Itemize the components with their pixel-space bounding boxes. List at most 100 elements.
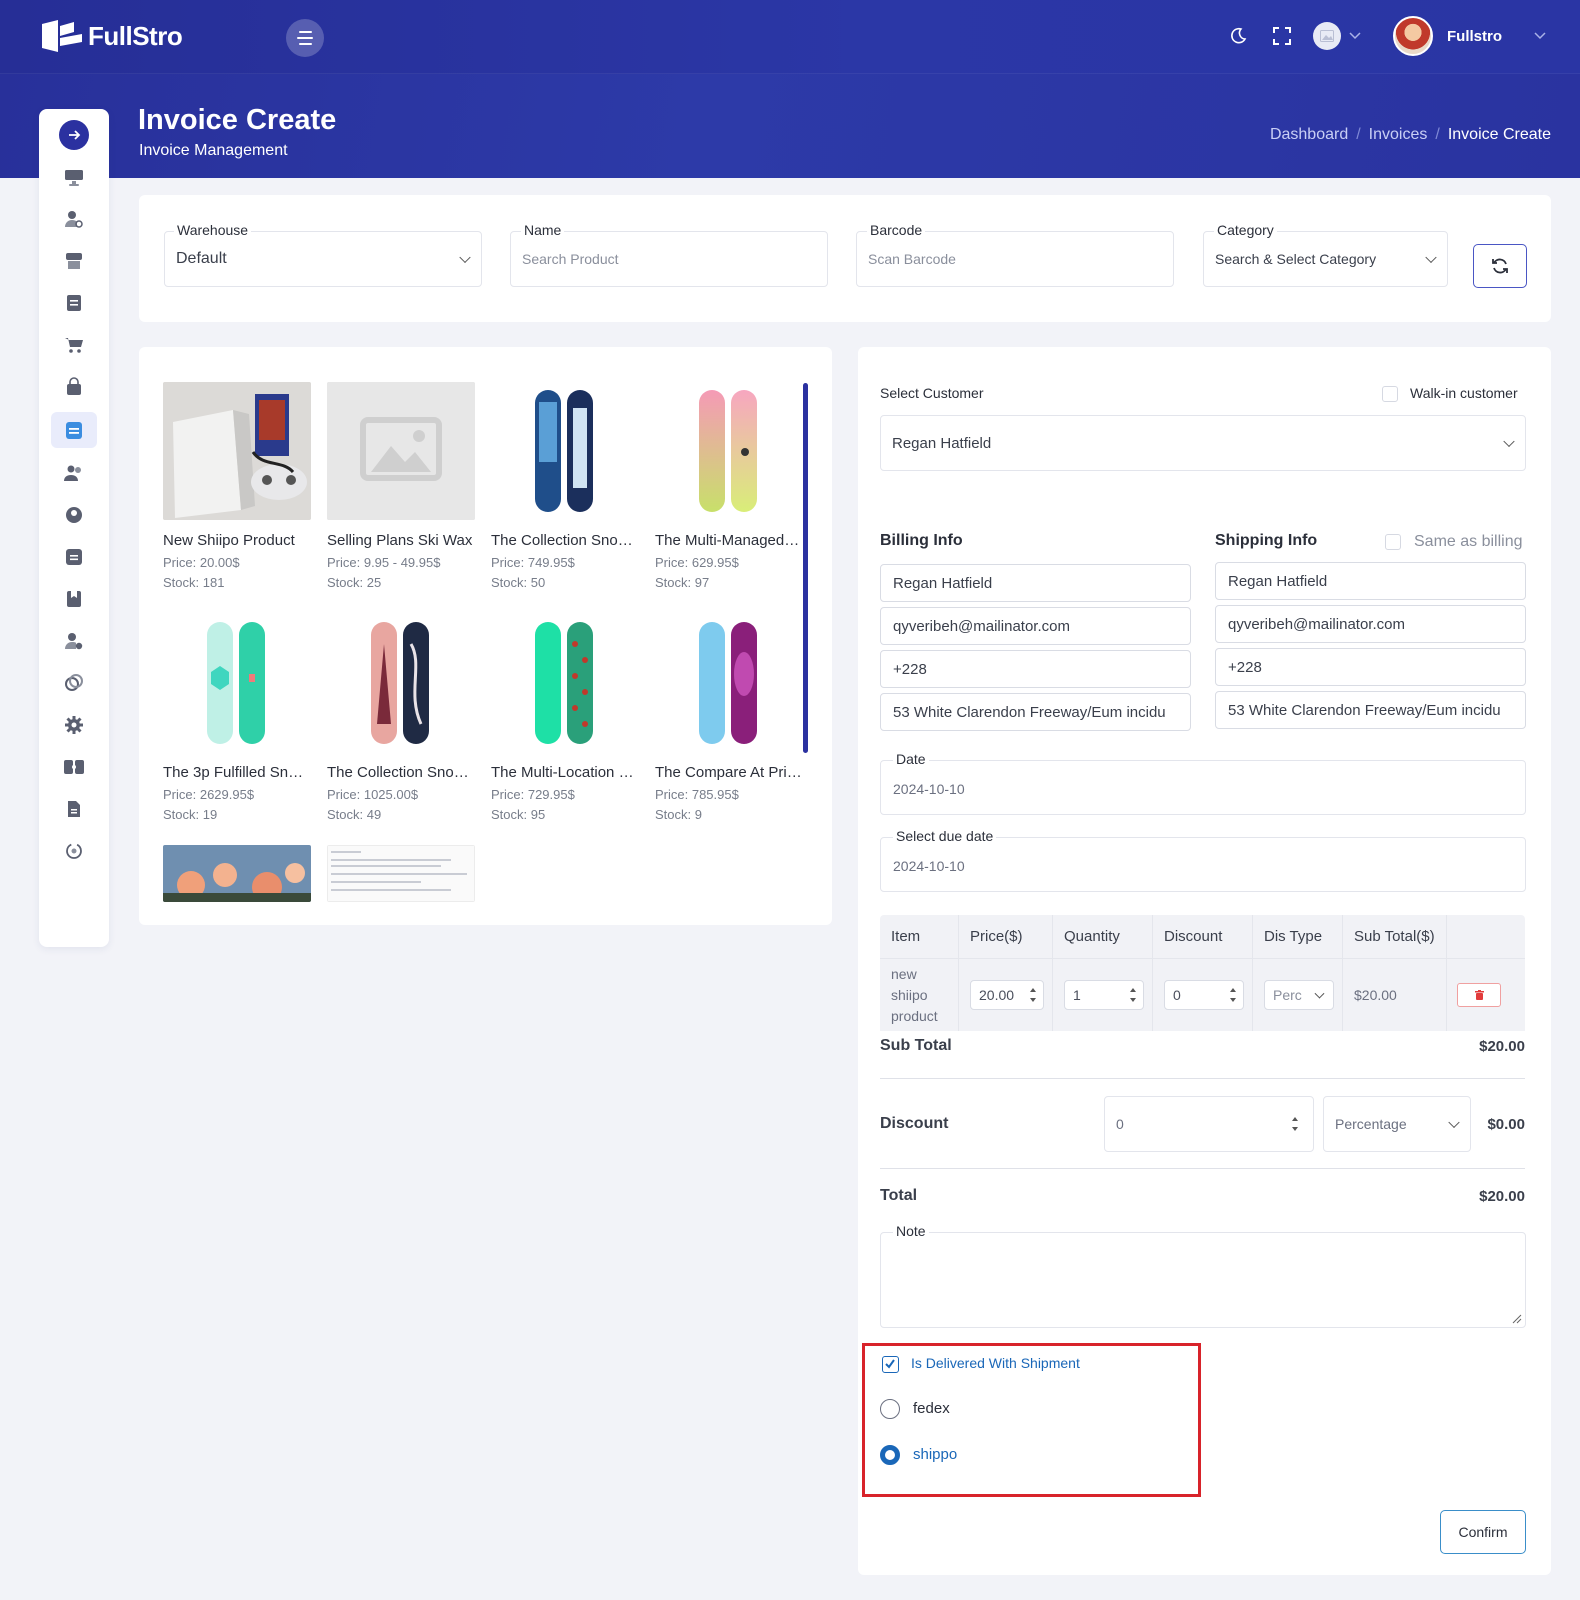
sidebar-item-pages[interactable]: [62, 797, 86, 821]
shippo-label: shippo: [913, 1446, 958, 1463]
product-card[interactable]: New Shiipo Product Price: 20.00$ Stock: …: [163, 382, 311, 590]
resize-handle-icon[interactable]: [1512, 1314, 1522, 1324]
brand-logo[interactable]: FullStro: [40, 18, 183, 54]
discount-input[interactable]: 0: [1164, 980, 1244, 1010]
breadcrumb-separator: /: [1356, 126, 1361, 143]
barcode-input[interactable]: Scan Barcode: [856, 231, 1174, 287]
product-card[interactable]: The Collection Snowboard: Oxygen Price: …: [327, 614, 475, 822]
sidebar-item-settings[interactable]: [62, 713, 86, 737]
billing-email-input[interactable]: qyveribeh@mailinator.com: [880, 607, 1191, 645]
sidebar-item-users[interactable]: [62, 207, 86, 231]
product-card[interactable]: The Multi-Location Snowboard Price: 729.…: [491, 614, 639, 822]
sidebar-item-purchases[interactable]: [62, 375, 86, 399]
product-card[interactable]: [163, 845, 311, 902]
fedex-radio[interactable]: [880, 1399, 900, 1419]
sidebar-item-roles[interactable]: [62, 629, 86, 653]
stepper-icon[interactable]: [1130, 988, 1137, 1002]
product-image: [491, 614, 639, 752]
fullscreen-toggle[interactable]: [1269, 23, 1295, 49]
quantity-input[interactable]: 1: [1064, 980, 1144, 1010]
sidebar-item-store[interactable]: [62, 249, 86, 273]
walk-in-customer-checkbox[interactable]: [1382, 386, 1398, 402]
price-input[interactable]: 20.00: [970, 980, 1044, 1010]
user-menu[interactable]: Fullstro: [1393, 16, 1546, 56]
product-card[interactable]: The Compare At Price Snowboard Price: 78…: [655, 614, 803, 822]
sidebar-item-dashboard[interactable]: [62, 165, 86, 189]
gear-icon: [65, 716, 83, 734]
product-stock: Stock: 97: [655, 575, 710, 590]
sidebar-item-suppliers[interactable]: [62, 503, 86, 527]
stepper-icon[interactable]: [1230, 988, 1237, 1002]
logo-icon: [40, 18, 84, 54]
sidebar-item-bookmarks[interactable]: [62, 587, 86, 611]
breadcrumb-dashboard[interactable]: Dashboard: [1270, 126, 1348, 144]
scrollbar[interactable]: [803, 383, 808, 753]
warehouse-value: Default: [176, 250, 227, 267]
language-selector[interactable]: [1313, 22, 1361, 50]
stepper-icon[interactable]: [1030, 988, 1037, 1002]
product-price: Price: 9.95 - 49.95$: [327, 555, 441, 570]
moon-icon: [1231, 27, 1247, 44]
product-name-search-input[interactable]: Search Product: [510, 231, 828, 287]
product-price: Price: 20.00$: [163, 555, 240, 570]
note-textarea[interactable]: Note: [880, 1223, 1526, 1328]
product-image: [163, 382, 311, 520]
sidebar-expand-button[interactable]: [59, 120, 89, 150]
billing-info-title: Billing Info: [880, 532, 963, 549]
shipping-name-input[interactable]: Regan Hatfield: [1215, 562, 1526, 600]
col-dis-type: Dis Type: [1252, 915, 1342, 958]
product-price: Price: 749.95$: [491, 555, 575, 570]
delivered-with-shipment-checkbox[interactable]: [882, 1356, 899, 1373]
category-select[interactable]: Search & Select Category: [1203, 231, 1448, 287]
customer-select[interactable]: Regan Hatfield: [880, 415, 1526, 471]
avatar: [1393, 16, 1433, 56]
category-placeholder: Search & Select Category: [1215, 251, 1377, 267]
global-discount-type-value: Percentage: [1335, 1116, 1407, 1132]
billing-phone-input[interactable]: +228: [880, 650, 1191, 688]
shipping-email-input[interactable]: qyveribeh@mailinator.com: [1215, 605, 1526, 643]
refresh-button[interactable]: [1473, 244, 1527, 288]
sidebar-item-sync[interactable]: [62, 839, 86, 863]
product-card[interactable]: The 3p Fulfilled Snowboard Price: 2629.9…: [163, 614, 311, 822]
dark-mode-toggle[interactable]: [1225, 23, 1251, 49]
stepper-icon[interactable]: [1292, 1117, 1299, 1131]
shipping-address-input[interactable]: 53 White Clarendon Freeway/Eum incidu: [1215, 691, 1526, 729]
sidebar-item-reports[interactable]: [62, 545, 86, 569]
sidebar-item-customers[interactable]: [62, 461, 86, 485]
product-card[interactable]: Selling Plans Ski Wax Price: 9.95 - 49.9…: [327, 382, 475, 590]
shipping-phone-input[interactable]: +228: [1215, 648, 1526, 686]
date-field[interactable]: Date 2024-10-10: [880, 751, 1526, 815]
sidebar-item-cart[interactable]: [62, 333, 86, 357]
product-card[interactable]: [327, 845, 475, 902]
dis-type-select[interactable]: Perc: [1264, 980, 1334, 1010]
sidebar-item-documents[interactable]: [62, 291, 86, 315]
due-date-value: 2024-10-10: [893, 858, 965, 874]
page-title: Invoice Create: [138, 104, 337, 136]
sidebar-item-invoices[interactable]: [51, 412, 97, 448]
billing-address-input[interactable]: 53 White Clarendon Freeway/Eum incidu: [880, 693, 1191, 731]
warehouse-select[interactable]: Default: [164, 231, 482, 287]
breadcrumb-invoices[interactable]: Invoices: [1369, 126, 1428, 144]
billing-name-input[interactable]: Regan Hatfield: [880, 564, 1191, 602]
sidebar-item-integrations[interactable]: [62, 671, 86, 695]
product-card[interactable]: The Multi-Managed Snowboard Price: 629.9…: [655, 382, 803, 590]
delete-row-button[interactable]: [1457, 983, 1501, 1007]
user-gear-icon: [65, 211, 83, 228]
walk-in-customer-label: Walk-in customer: [1410, 385, 1518, 401]
shippo-radio[interactable]: [880, 1445, 900, 1465]
filter-card: Default Warehouse Search Product Name Sc…: [139, 195, 1551, 322]
product-card[interactable]: The Collection Snowboard: Liquid Price: …: [491, 382, 639, 590]
global-discount-type-select[interactable]: Percentage: [1323, 1096, 1471, 1152]
due-date-field[interactable]: Select due date 2024-10-10: [880, 828, 1526, 892]
table-header: Item Price($) Quantity Discount Dis Type…: [880, 915, 1525, 959]
hamburger-icon: [297, 31, 313, 45]
chevron-down-icon: [1448, 1116, 1460, 1129]
clipboard-icon: [66, 422, 82, 439]
file-icon: [68, 801, 80, 817]
subtotal-label: Sub Total: [880, 1037, 952, 1054]
confirm-button[interactable]: Confirm: [1440, 1510, 1526, 1554]
sidebar-item-modules[interactable]: [62, 755, 86, 779]
same-as-billing-checkbox[interactable]: [1385, 534, 1401, 550]
global-discount-input[interactable]: 0: [1104, 1096, 1314, 1152]
menu-toggle-button[interactable]: [286, 19, 324, 57]
